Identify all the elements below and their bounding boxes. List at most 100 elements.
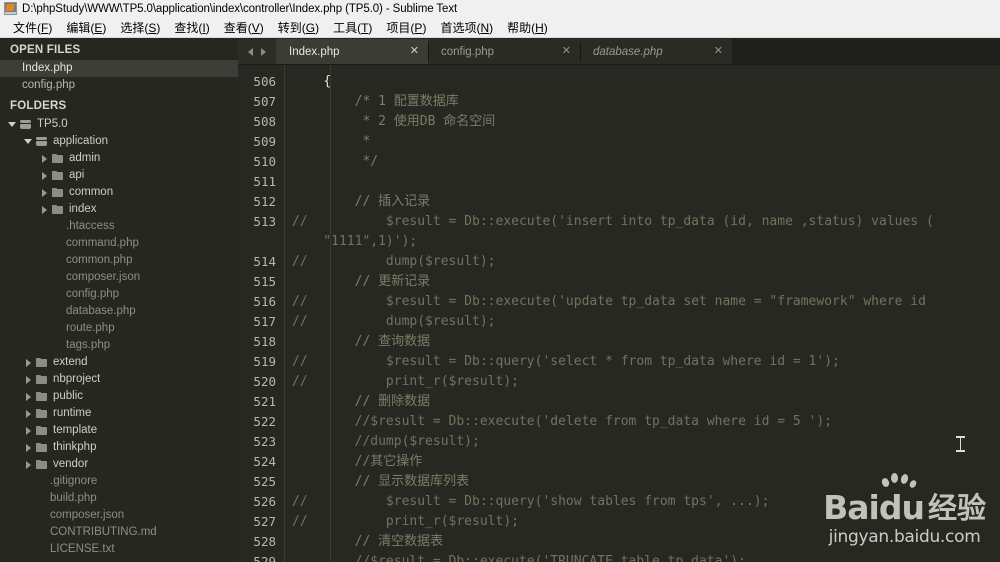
code-line[interactable]: // $result = Db::execute('insert into tp…: [292, 212, 1000, 232]
tree-file-item[interactable]: CONTRIBUTING.md: [0, 524, 238, 541]
menu-item-8[interactable]: 项目(P): [379, 18, 433, 38]
tab-list[interactable]: Index.php ✕ config.php ✕ database.php ✕: [276, 39, 732, 64]
code-line[interactable]: /* 1 配置数据库: [292, 92, 1000, 112]
chevron-right-icon[interactable]: [24, 392, 33, 401]
line-number: 508: [253, 114, 276, 129]
menu-item-1[interactable]: 文件(F): [6, 18, 59, 38]
tree-folder-item[interactable]: template: [0, 422, 238, 439]
menu-item-10[interactable]: 帮助(H): [500, 18, 555, 38]
tree-folder-item[interactable]: index: [0, 201, 238, 218]
tree-folder-item[interactable]: runtime: [0, 405, 238, 422]
line-number: 522: [253, 414, 276, 429]
tree-folder-item[interactable]: thinkphp: [0, 439, 238, 456]
code-line[interactable]: // dump($result);: [292, 312, 1000, 332]
tree-item-label: admin: [69, 152, 101, 164]
tree-file-item[interactable]: common.php: [0, 252, 238, 269]
tree-folder-item[interactable]: admin: [0, 150, 238, 167]
code-line[interactable]: // 显示数据库列表: [292, 472, 1000, 492]
tree-folder-item[interactable]: public: [0, 388, 238, 405]
code-line[interactable]: // $result = Db::query('select * from tp…: [292, 352, 1000, 372]
code-line[interactable]: {: [292, 72, 1000, 92]
sidebar[interactable]: OPEN FILES Index.php config.php FOLDERS T…: [0, 39, 238, 562]
code-line[interactable]: // 清空数据表: [292, 532, 1000, 552]
tree-item-label: route.php: [66, 322, 115, 334]
folder-tree[interactable]: TP5.0 application admin api common index .htac…: [0, 116, 238, 558]
tree-folder-item[interactable]: vendor: [0, 456, 238, 473]
menu-item-7[interactable]: 工具(T): [326, 18, 379, 38]
tree-file-item[interactable]: config.php: [0, 286, 238, 303]
open-files-list[interactable]: Index.php config.php: [0, 60, 238, 94]
tree-file-item[interactable]: .htaccess: [0, 218, 238, 235]
chevron-down-icon[interactable]: [24, 137, 33, 146]
chevron-down-icon[interactable]: [8, 120, 17, 129]
open-file-label: Index.php: [22, 62, 73, 74]
code-line[interactable]: *: [292, 132, 1000, 152]
code-line[interactable]: //dump($result);: [292, 432, 1000, 452]
code-content[interactable]: { /* 1 配置数据库 * 2 使用DB 命名空间 * */ // 插入记录 /…: [284, 65, 1000, 562]
tree-file-item[interactable]: database.php: [0, 303, 238, 320]
code-line[interactable]: // dump($result);: [292, 252, 1000, 272]
tree-file-item[interactable]: tags.php: [0, 337, 238, 354]
chevron-right-icon[interactable]: [24, 460, 33, 469]
tab-nav-arrows[interactable]: [238, 39, 276, 64]
menu-item-2[interactable]: 编辑(E): [59, 18, 113, 38]
tree-folder-item[interactable]: TP5.0: [0, 116, 238, 133]
close-icon[interactable]: ✕: [556, 46, 571, 57]
chevron-right-icon[interactable]: [24, 443, 33, 452]
code-line[interactable]: // $result = Db::query('show tables from…: [292, 492, 1000, 512]
code-line[interactable]: // 删除数据: [292, 392, 1000, 412]
tree-folder-item[interactable]: api: [0, 167, 238, 184]
tree-file-item[interactable]: composer.json: [0, 269, 238, 286]
tab-prev-icon[interactable]: [248, 47, 253, 56]
chevron-right-icon[interactable]: [40, 188, 49, 197]
code-line[interactable]: //$result = Db::execute('TRUNCATE table …: [292, 552, 1000, 562]
code-line[interactable]: //$result = Db::execute('delete from tp_…: [292, 412, 1000, 432]
code-line[interactable]: */: [292, 152, 1000, 172]
editor-tab[interactable]: config.php ✕: [428, 39, 580, 64]
chevron-right-icon[interactable]: [24, 358, 33, 367]
code-line[interactable]: // 更新记录: [292, 272, 1000, 292]
code-line[interactable]: // $result = Db::execute('update tp_data…: [292, 292, 1000, 312]
chevron-right-icon[interactable]: [24, 409, 33, 418]
menu-item-3[interactable]: 选择(S): [113, 18, 167, 38]
chevron-right-icon[interactable]: [40, 171, 49, 180]
code-line[interactable]: "1111",1)');: [292, 232, 1000, 252]
code-line[interactable]: // 查询数据: [292, 332, 1000, 352]
menu-item-9[interactable]: 首选项(N): [433, 18, 500, 38]
code-line[interactable]: //其它操作: [292, 452, 1000, 472]
editor-tab[interactable]: database.php ✕: [580, 39, 732, 64]
tree-folder-item[interactable]: extend: [0, 354, 238, 371]
tree-folder-item[interactable]: application: [0, 133, 238, 150]
folder-icon: [36, 357, 48, 368]
code-line[interactable]: // print_r($result);: [292, 512, 1000, 532]
menu-item-5[interactable]: 查看(V): [217, 18, 271, 38]
open-file-item[interactable]: config.php: [0, 77, 238, 94]
tree-file-item[interactable]: composer.json: [0, 507, 238, 524]
tab-next-icon[interactable]: [261, 47, 266, 56]
code-area[interactable]: 506 507 508 509 510 511 512 513 514 515 516 517 518…: [238, 65, 1000, 562]
open-file-item[interactable]: Index.php: [0, 60, 238, 77]
code-line[interactable]: [292, 172, 1000, 192]
chevron-right-icon[interactable]: [40, 205, 49, 214]
tree-folder-item[interactable]: common: [0, 184, 238, 201]
close-icon[interactable]: ✕: [708, 46, 723, 57]
editor-tab[interactable]: Index.php ✕: [276, 39, 428, 64]
tree-item-label: build.php: [50, 492, 97, 504]
tree-item-label: nbproject: [53, 373, 101, 385]
code-line[interactable]: // print_r($result);: [292, 372, 1000, 392]
tree-file-item[interactable]: .gitignore: [0, 473, 238, 490]
tree-file-item[interactable]: LICENSE.txt: [0, 541, 238, 558]
menu-item-4[interactable]: 查找(I): [167, 18, 216, 38]
menu-item-6[interactable]: 转到(G): [271, 18, 326, 38]
chevron-right-icon[interactable]: [24, 375, 33, 384]
tree-file-item[interactable]: build.php: [0, 490, 238, 507]
chevron-right-icon[interactable]: [24, 426, 33, 435]
tree-file-item[interactable]: route.php: [0, 320, 238, 337]
close-icon[interactable]: ✕: [404, 46, 419, 57]
tree-folder-item[interactable]: nbproject: [0, 371, 238, 388]
tab-bar[interactable]: Index.php ✕ config.php ✕ database.php ✕: [238, 39, 1000, 65]
tree-file-item[interactable]: command.php: [0, 235, 238, 252]
chevron-right-icon[interactable]: [40, 154, 49, 163]
code-line[interactable]: // 插入记录: [292, 192, 1000, 212]
code-line[interactable]: * 2 使用DB 命名空间: [292, 112, 1000, 132]
